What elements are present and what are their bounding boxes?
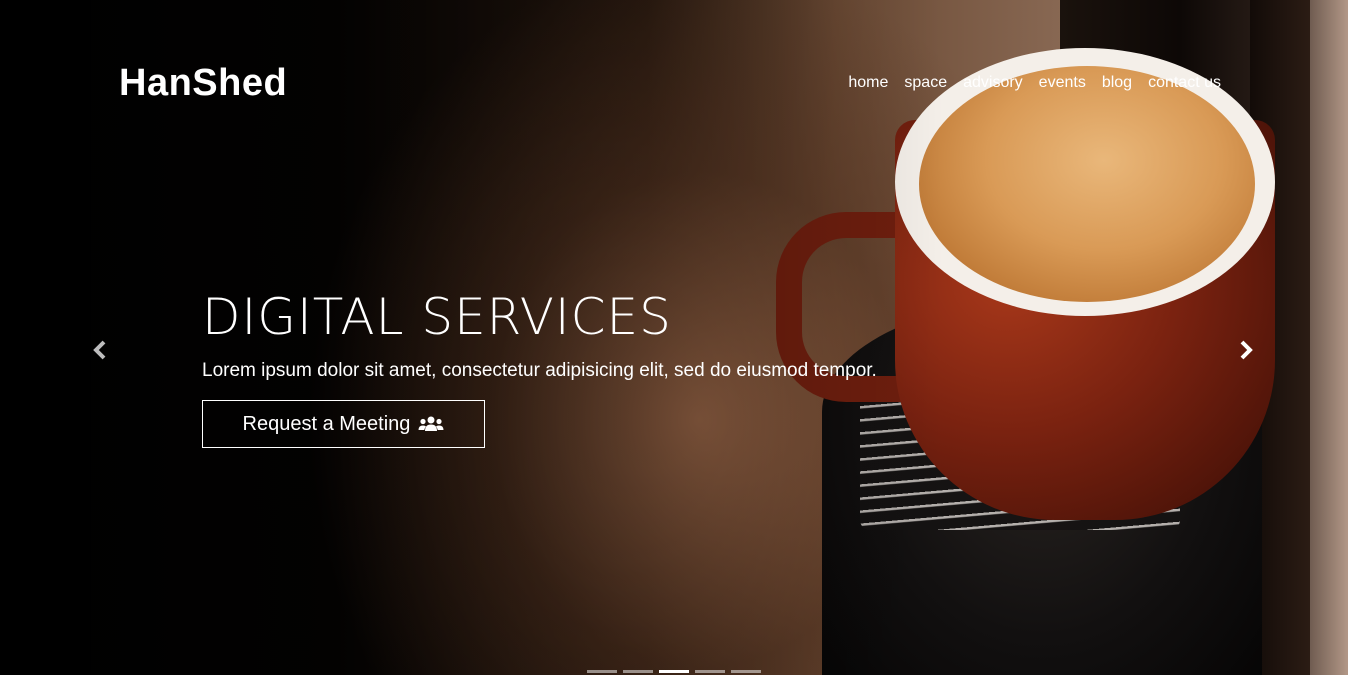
carousel-indicator[interactable] — [731, 670, 761, 673]
carousel-indicator[interactable] — [587, 670, 617, 673]
hero-caption: DIGITAL SERVICES Lorem ipsum dolor sit a… — [202, 288, 877, 448]
nav-item-contact-us[interactable]: contact us — [1148, 74, 1221, 92]
brand-logo[interactable]: HanShed — [119, 62, 287, 105]
nav-item-home[interactable]: home — [848, 74, 888, 92]
carousel-indicators — [587, 670, 761, 673]
carousel-indicator[interactable] — [623, 670, 653, 673]
users-icon — [418, 416, 444, 431]
carousel-prev-button[interactable] — [88, 338, 112, 362]
carousel-indicator-active[interactable] — [659, 670, 689, 673]
carousel-next-button[interactable] — [1234, 338, 1258, 362]
nav-item-advisory[interactable]: advisory — [963, 74, 1023, 92]
request-meeting-button[interactable]: Request a Meeting — [202, 400, 485, 448]
chevron-right-icon — [1240, 340, 1253, 360]
nav-item-blog[interactable]: blog — [1102, 74, 1132, 92]
hero-title: DIGITAL SERVICES — [202, 288, 672, 346]
nav-item-space[interactable]: space — [904, 74, 947, 92]
nav-item-events[interactable]: events — [1039, 74, 1086, 92]
hero-subtitle: Lorem ipsum dolor sit amet, consectetur … — [202, 360, 877, 381]
carousel-indicator[interactable] — [695, 670, 725, 673]
main-nav: home space advisory events blog contact … — [848, 74, 1221, 92]
request-meeting-label: Request a Meeting — [242, 412, 411, 435]
chevron-left-icon — [93, 340, 106, 360]
